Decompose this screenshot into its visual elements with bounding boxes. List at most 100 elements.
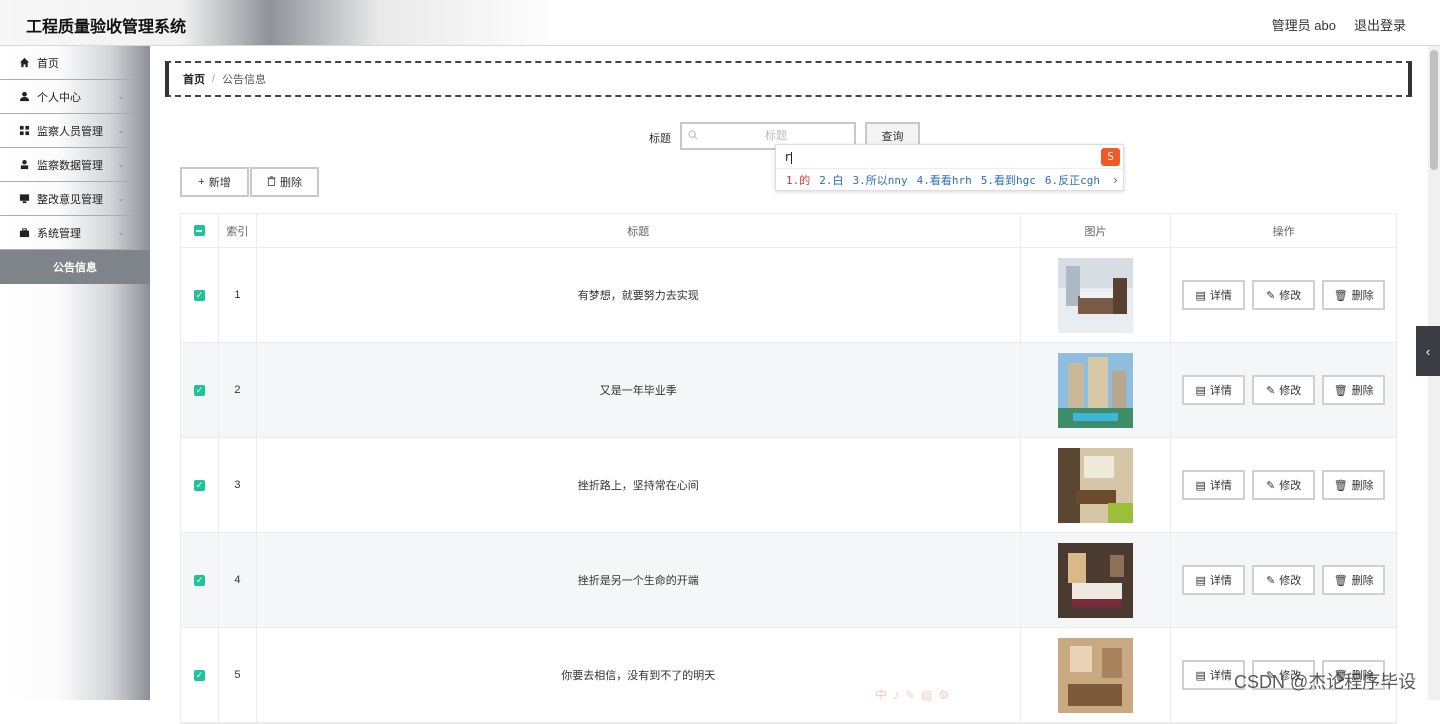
- announcement-table: 索引 标题 图片 操作 ✓ 1 有梦想，就要努力去实现 ▤ 详情 ✎ 修改 🗑 删除: [180, 213, 1397, 724]
- row-checkbox[interactable]: ✓: [193, 384, 205, 396]
- trash-icon: 🗑: [1333, 574, 1348, 587]
- add-button[interactable]: + 新增: [180, 167, 249, 197]
- row-checkbox[interactable]: ✓: [193, 289, 205, 301]
- ime-candidate[interactable]: 3.所以nny: [853, 172, 908, 188]
- sidebar-item-profile[interactable]: 个人中心 ⌄: [0, 80, 135, 114]
- header-image: 图片: [1021, 214, 1172, 247]
- sidebar-item-home[interactable]: 首页: [0, 46, 135, 80]
- delete-button[interactable]: 🗑 删除: [1322, 375, 1386, 405]
- detail-label: 详情: [1209, 385, 1232, 397]
- row-thumbnail[interactable]: [1057, 257, 1133, 333]
- document-icon: ▤: [1195, 574, 1206, 587]
- detail-label: 详情: [1209, 480, 1232, 492]
- pencil-icon: ✎: [1266, 384, 1276, 397]
- detail-button[interactable]: ▤ 详情: [1182, 470, 1246, 500]
- table-row: ✓ 5 你要去相信，没有到不了的明天 ▤ 详情 ✎ 修改 🗑 删除: [181, 628, 1396, 723]
- breadcrumb-separator: /: [212, 73, 216, 85]
- edit-button[interactable]: ✎ 修改: [1252, 280, 1316, 310]
- sidebar-item-label: 首页: [37, 57, 59, 70]
- header-user-area: 管理员 abo 退出登录: [1272, 15, 1406, 34]
- sidebar-item-announcements[interactable]: 公告信息: [0, 250, 150, 284]
- search-input[interactable]: [706, 130, 846, 142]
- sidebar-item-inspectors[interactable]: 监察人员管理 ⌄: [0, 114, 135, 148]
- chevron-right-icon[interactable]: ›: [1112, 173, 1119, 187]
- ime-input-line: r S: [776, 145, 1123, 169]
- delete-button-label: 删除: [280, 177, 302, 189]
- table-header: 索引 标题 图片 操作: [181, 214, 1396, 248]
- chevron-down-icon: ⌄: [117, 91, 125, 101]
- sidebar-item-rectification[interactable]: 整改意见管理 ⌄: [0, 182, 135, 216]
- briefcase-icon: [18, 227, 30, 239]
- scrollbar-thumb[interactable]: [1430, 50, 1438, 170]
- delete-label: 删除: [1351, 385, 1374, 397]
- row-checkbox[interactable]: ✓: [193, 669, 205, 681]
- row-thumbnail[interactable]: [1057, 447, 1133, 523]
- breadcrumb-home[interactable]: 首页: [183, 71, 205, 87]
- delete-label: 删除: [1351, 290, 1374, 302]
- person-icon: [18, 159, 30, 171]
- user-name[interactable]: 管理员 abo: [1272, 15, 1336, 34]
- row-checkbox[interactable]: ✓: [193, 574, 205, 586]
- header-title: 标题: [257, 214, 1021, 247]
- trash-icon: 🗑: [1333, 289, 1348, 302]
- sidebar-item-inspection-data[interactable]: 监察数据管理 ⌄: [0, 148, 135, 182]
- row-index: 2: [219, 343, 257, 437]
- detail-label: 详情: [1209, 575, 1232, 587]
- trash-icon: 🗑: [1333, 384, 1348, 397]
- sidebar-item-system[interactable]: 系统管理 ⌄: [0, 216, 135, 250]
- table-row: ✓ 4 挫折是另一个生命的开端 ▤ 详情 ✎ 修改 🗑 删除: [181, 533, 1396, 628]
- pencil-icon: ✎: [1266, 479, 1276, 492]
- delete-button[interactable]: 🗑 删除: [1322, 280, 1386, 310]
- collapse-panel-tab[interactable]: ‹: [1416, 326, 1440, 376]
- document-icon: ▤: [1195, 289, 1206, 302]
- chevron-down-icon: ⌄: [117, 159, 125, 169]
- ime-composition: r: [784, 150, 792, 164]
- logout-link[interactable]: 退出登录: [1354, 15, 1406, 34]
- ime-logo-icon: S: [1101, 148, 1120, 166]
- row-title: 你要去相信，没有到不了的明天: [257, 628, 1021, 722]
- detail-button[interactable]: ▤ 详情: [1182, 565, 1246, 595]
- detail-label: 详情: [1209, 670, 1232, 682]
- edit-label: 修改: [1279, 480, 1302, 492]
- chevron-down-icon: ⌄: [117, 193, 125, 203]
- ime-toolbar: 中♪✎▤⚙: [875, 688, 956, 702]
- delete-label: 删除: [1351, 480, 1374, 492]
- delete-button[interactable]: 🗑 删除: [1322, 470, 1386, 500]
- edit-button[interactable]: ✎ 修改: [1252, 565, 1316, 595]
- batch-delete-button[interactable]: 删除: [250, 167, 319, 197]
- trash-icon: 🗑: [1333, 479, 1348, 492]
- search-label: 标题: [649, 133, 671, 145]
- watermark: CSDN @杰论程序毕设: [1234, 672, 1417, 692]
- ime-candidate[interactable]: 4.看看hrh: [917, 172, 972, 188]
- document-icon: ▤: [1195, 669, 1206, 682]
- sidebar-item-label: 整改意见管理: [37, 193, 103, 206]
- delete-button[interactable]: 🗑 删除: [1322, 565, 1386, 595]
- row-title: 又是一年毕业季: [257, 343, 1021, 437]
- detail-button[interactable]: ▤ 详情: [1182, 375, 1246, 405]
- select-all-checkbox[interactable]: [193, 225, 205, 236]
- row-thumbnail[interactable]: [1057, 637, 1133, 713]
- document-icon: ▤: [1195, 479, 1206, 492]
- table-row: ✓ 3 挫折路上，坚持常在心间 ▤ 详情 ✎ 修改 🗑 删除: [181, 438, 1396, 533]
- chevron-down-icon: ⌄: [117, 125, 125, 135]
- header-actions: 操作: [1272, 225, 1295, 238]
- detail-label: 详情: [1209, 290, 1232, 302]
- breadcrumb: 首页 / 公告信息: [165, 61, 1412, 97]
- breadcrumb-current: 公告信息: [222, 74, 267, 86]
- sidebar-item-label: 监察数据管理: [37, 159, 103, 172]
- edit-button[interactable]: ✎ 修改: [1252, 375, 1316, 405]
- ime-candidate[interactable]: 5.看到hgc: [981, 172, 1036, 188]
- row-thumbnail[interactable]: [1057, 352, 1133, 428]
- home-icon: [18, 57, 30, 69]
- detail-button[interactable]: ▤ 详情: [1182, 280, 1246, 310]
- header-index: 索引: [219, 214, 257, 247]
- row-checkbox[interactable]: ✓: [193, 479, 205, 491]
- edit-button[interactable]: ✎ 修改: [1252, 470, 1316, 500]
- ime-candidate[interactable]: 2.白: [819, 172, 843, 188]
- ime-candidate[interactable]: 1.的: [786, 172, 810, 188]
- ime-candidate[interactable]: 6.反正cgh: [1045, 172, 1100, 188]
- sidebar-item-label: 个人中心: [37, 91, 81, 104]
- row-thumbnail[interactable]: [1057, 542, 1133, 618]
- sidebar-item-label: 系统管理: [37, 227, 81, 240]
- delete-label: 删除: [1351, 575, 1374, 587]
